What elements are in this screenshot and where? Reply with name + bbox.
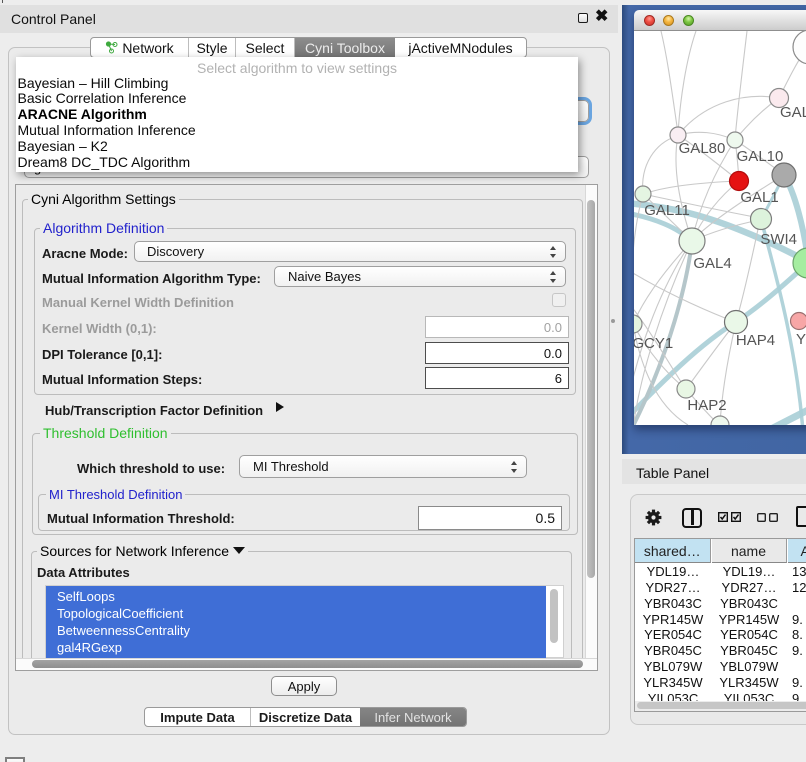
svg-text:HAP2: HAP2 [687, 397, 726, 414]
svg-text:SWI4: SWI4 [760, 231, 797, 248]
svg-text:GAL1: GAL1 [740, 189, 778, 206]
svg-text:GAL4: GAL4 [693, 255, 731, 272]
svg-text:HAP4: HAP4 [736, 332, 775, 349]
svg-text:GCY1: GCY1 [634, 335, 673, 352]
svg-text:GAL11: GAL11 [644, 202, 690, 219]
svg-text:GAL10: GAL10 [737, 148, 784, 165]
svg-text:GAL: GAL [780, 104, 806, 121]
svg-text:GAL80: GAL80 [679, 140, 726, 157]
svg-text:Y: Y [796, 331, 806, 348]
